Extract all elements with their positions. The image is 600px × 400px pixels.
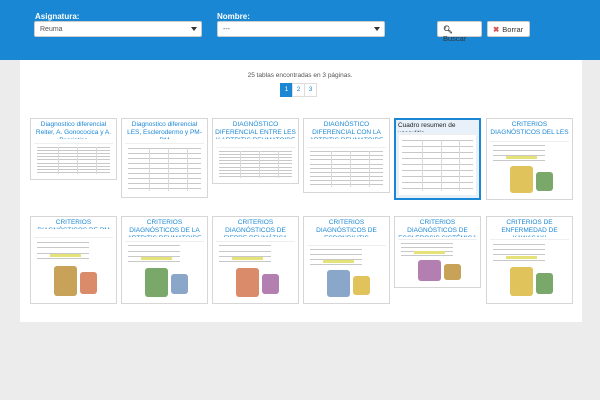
buscar-label: Buscar [443,34,467,43]
table-card[interactable]: CRITERIOS DIAGNÓSTICOS DE ESPONDILITIS A… [303,216,390,304]
card-title: Diagnostico diferencial Reiter, A. Gonoc… [35,121,112,139]
close-icon: ✖ [493,25,500,34]
table-thumbnail [216,147,295,180]
card-title: Diagnostico diferencial LES, Escleroderm… [127,121,202,139]
card-title: CRITERIOS DIAGNÓSTICOS DE ESPONDILITIS A… [316,219,377,237]
results-summary: 25 tablas encontradas en 3 páginas. [247,72,353,79]
table-thumbnail [125,143,204,194]
illustration-thumbnail [398,239,477,284]
card-title: CRITERIOS DIAGNÓSTICOS DE FIEBRE REUMÁTI… [224,219,288,237]
table-card[interactable]: DIAGNÓSTICO DIFERENCIAL ENTRE LES Y ARTR… [212,118,299,184]
borrar-label: Borrar [502,25,524,34]
nombre-label: Nombre: [217,12,250,21]
nombre-select[interactable]: --- [217,21,385,37]
illustration-thumbnail [34,237,113,300]
table-thumbnail [34,143,113,176]
card-title: CRITERIOS DIAGNÓSTICOS DE PM [37,219,109,229]
pagination: 1 2 3 [280,83,317,97]
card-title: CRITERIOS DIAGNÓSTICOS DEL LES [490,121,569,136]
search-icon: 🔍︎ [443,25,453,34]
table-card[interactable]: CRITERIOS DIAGNÓSTICOS DE ESCLEROSIS SIS… [394,216,481,288]
search-header: Asignatura: Reuma Nombre: --- 🔍︎Buscar ✖… [0,0,600,60]
buscar-button[interactable]: 🔍︎Buscar [437,21,482,43]
table-card[interactable]: CRITERIOS DIAGNÓSTICOS DEL LES [486,118,573,200]
nombre-value: --- [223,26,230,33]
table-card[interactable]: Diagnostico diferencial LES, Escleroderm… [121,118,208,198]
illustration-thumbnail [490,239,569,300]
page-button-3[interactable]: 3 [304,83,317,97]
card-title: CRITERIOS DIAGNÓSTICOS DE ESCLEROSIS SIS… [398,219,476,237]
card-title: CRITERIOS DE ENFERMEDAD DE KAWASAKI [501,219,558,237]
illustration-thumbnail [216,241,295,300]
illustration-thumbnail [125,241,204,300]
illustration-thumbnail [490,141,569,196]
table-card[interactable]: DIAGNÓSTICO DIFERENCIAL CON LA ARTRITIS … [303,118,390,193]
table-thumbnail [399,134,476,195]
card-title: DIAGNÓSTICO DIFERENCIAL CON LA ARTRITIS … [309,121,383,139]
table-card-selected[interactable]: Cuadro resumen de vasculitis [394,118,481,200]
borrar-button[interactable]: ✖ Borrar [487,21,530,37]
card-title: DIAGNÓSTICO DIFERENCIAL ENTRE LES Y ARTR… [215,121,296,139]
table-thumbnail [307,147,386,189]
table-card[interactable]: CRITERIOS DIAGNÓSTICOS DE LA ARTRITIS RE… [121,216,208,304]
chevron-down-icon [374,27,380,31]
chevron-down-icon [191,27,197,31]
asignatura-value: Reuma [40,26,63,33]
table-card[interactable]: CRITERIOS DIAGNÓSTICOS DE PM [30,216,117,304]
card-title: CRITERIOS DIAGNÓSTICOS DE LA ARTRITIS RE… [127,219,201,237]
table-card[interactable]: CRITERIOS DE ENFERMEDAD DE KAWASAKI [486,216,573,304]
illustration-thumbnail [307,245,386,300]
table-card[interactable]: CRITERIOS DIAGNÓSTICOS DE FIEBRE REUMÁTI… [212,216,299,304]
table-card[interactable]: Diagnostico diferencial Reiter, A. Gonoc… [30,118,117,180]
card-title: Cuadro resumen de vasculitis [398,122,456,132]
asignatura-select[interactable]: Reuma [34,21,202,37]
asignatura-label: Asignatura: [35,12,80,21]
